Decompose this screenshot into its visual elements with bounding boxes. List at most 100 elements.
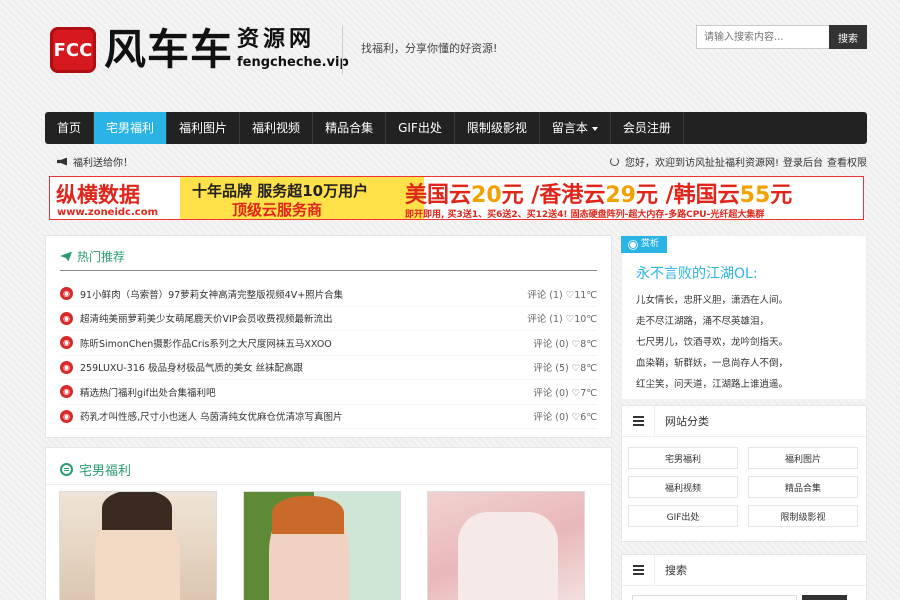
thumbnail-figure	[458, 512, 558, 600]
search-input[interactable]	[696, 25, 829, 49]
nav-item-collections[interactable]: 精品合集	[313, 112, 387, 144]
fire-icon: ◉	[60, 311, 73, 325]
post-thumbnail[interactable]	[243, 491, 401, 600]
banner-price-label-c: 元 /韩国云	[635, 183, 740, 208]
header-divider	[342, 26, 343, 74]
search-header: 搜索	[622, 554, 866, 586]
fire-icon: ◉	[60, 385, 73, 399]
fire-icon: ◉	[60, 360, 73, 374]
nav-item-register[interactable]: 会员注册	[611, 112, 684, 144]
hot-panel: 热门推荐 ◉ 91小鲜肉（乌索普）97萝莉女神高清完整版视频4V+照片合集评论 (…	[45, 235, 612, 438]
hot-item-title[interactable]: 陈昕SimonChen摄影作品Cris系列之大尺度网袜五马XXOO	[80, 336, 533, 350]
nav-item-restricted[interactable]: 限制级影视	[455, 112, 540, 144]
nav-item-pictures[interactable]: 福利图片	[167, 112, 241, 144]
hot-item-meta: 评论 (0) ♡7℃	[533, 387, 597, 399]
hot-item-meta: 评论 (0) ♡8℃	[533, 338, 597, 350]
fire-icon: ◉	[60, 287, 73, 301]
search-title: 搜索	[665, 564, 687, 577]
list-item[interactable]: ◉ 药乳才叫性感,尺寸小也迷人 乌茵清纯女优麻仓优清凉写真图片 评论 (0) ♡6℃	[60, 405, 597, 429]
site-logo[interactable]: FCC 风车车 资源网 fengcheche.vip	[50, 27, 349, 73]
sidebar-categories: 网站分类 宅男福利 福利图片 福利视频 精品合集 GIF出处 限制级影视	[621, 405, 867, 542]
nav-item-home[interactable]: 首页	[45, 112, 95, 144]
list-item[interactable]: ◉ 91小鲜肉（乌索普）97萝莉女神高清完整版视频4V+照片合集 评论 (1) ♡1…	[60, 282, 597, 307]
category-link-collections[interactable]: 精品合集	[748, 476, 858, 498]
category-link-pictures[interactable]: 福利图片	[748, 447, 858, 469]
list-item[interactable]: ◉ 精选热门福利gif出处合集福利吧 评论 (0) ♡7℃	[60, 380, 597, 405]
hot-item-meta: 评论 (5) ♡8℃	[533, 363, 597, 375]
hot-title: 热门推荐	[60, 248, 125, 265]
ad-banner[interactable]: 纵横数据 www.zoneidc.com 十年品牌 服务超10万用户 顶级云服务…	[49, 176, 864, 220]
list-item[interactable]: ◉ 超清纯美丽萝莉美少女萌尾鹿天价VIP会员收费视频最新流出 评论 (1) ♡10℃	[60, 307, 597, 331]
thumbnail-hair	[272, 496, 344, 534]
hot-list: ◉ 91小鲜肉（乌索普）97萝莉女神高清完整版视频4V+照片合集评论 (1) ♡1…	[60, 282, 597, 429]
nav-item-guestbook[interactable]: 留言本	[540, 112, 611, 144]
chevron-down-icon	[591, 126, 598, 131]
category-link-videos[interactable]: 福利视频	[628, 476, 738, 498]
sidebar-poem: 永不言败的江湖OL: 儿女情长，忠肝义胆，潇洒在人间。 走不尽江湖路，涌不尽英雄…	[621, 235, 867, 400]
banner-line2: 顶级云服务商	[232, 201, 323, 219]
banner-price-unit: 元	[770, 183, 793, 208]
search-button[interactable]: 搜索	[829, 25, 867, 49]
hot-item-title[interactable]: 91小鲜肉（乌索普）97萝莉女神高清完整版视频4V+照片合集	[80, 287, 527, 301]
hot-item-title[interactable]: 259LUXU-316 极品身材极品气质的美女 丝袜配高跟	[80, 360, 533, 374]
menu-icon	[622, 554, 655, 586]
banner-prices: 美国云20元 /香港云29元 /韩国云55元	[405, 177, 792, 209]
power-icon	[609, 157, 619, 166]
logo-subtitle: 资源网	[237, 27, 316, 52]
gear-icon	[630, 241, 636, 248]
site-slogan: 找福利，分享你懂的好资源!	[361, 42, 498, 55]
login-link[interactable]: 登录后台	[783, 154, 823, 169]
hot-item-title[interactable]: 药乳才叫性感,尺寸小也迷人 乌茵清纯女优麻仓优清凉写真图片	[80, 409, 533, 423]
nav-item-gif[interactable]: GIF出处	[386, 112, 455, 144]
main-nav: 首页 宅男福利 福利图片 福利视频 精品合集 GIF出处 限制级影视 留言本 会…	[45, 112, 867, 144]
megaphone-icon	[57, 157, 67, 166]
paper-plane-icon	[60, 251, 72, 262]
logo-badge: FCC	[50, 27, 96, 73]
hot-item-title[interactable]: 超清纯美丽萝莉美少女萌尾鹿天价VIP会员收费视频最新流出	[80, 311, 527, 325]
poem-line: 走不尽江湖路，涌不尽英雄泪，	[636, 316, 770, 327]
logo-url: fengcheche.vip	[237, 55, 349, 70]
poem-line: 红尘笑，问天道，江湖路上谁逍遥。	[636, 379, 789, 390]
hot-divider	[60, 270, 597, 271]
permission-link[interactable]: 查看权限	[827, 154, 867, 169]
categories-header: 网站分类	[622, 405, 866, 437]
notice-bar: 福利送给你！	[57, 154, 133, 169]
poem-line: 血染鞘，斩群妖，一息尚存人不倒，	[636, 358, 789, 369]
post-thumbnail[interactable]	[59, 491, 217, 600]
categories-title: 网站分类	[665, 415, 709, 428]
banner-line1: 十年品牌 服务超10万用户	[192, 182, 369, 200]
banner-price-b: 29	[605, 183, 636, 208]
poem-line: 七尺男儿，饮酒寻欢，龙吟剑指天。	[636, 337, 789, 348]
sidebar-search-button[interactable]	[802, 595, 847, 600]
notice-text: 福利送给你！	[73, 158, 133, 169]
hot-item-meta: 评论 (1) ♡10℃	[527, 314, 597, 326]
sidebar-tag: 赏析	[621, 236, 668, 253]
nav-item-guestbook-label: 留言本	[551, 121, 588, 135]
category-link-gif[interactable]: GIF出处	[628, 505, 738, 527]
sidebar-search-input[interactable]	[632, 595, 797, 600]
hot-item-meta: 评论 (0) ♡6℃	[533, 412, 597, 424]
hot-title-text: 热门推荐	[77, 250, 126, 264]
list-icon	[60, 463, 73, 476]
poem-title[interactable]: 永不言败的江湖OL:	[636, 263, 758, 283]
category-link-restricted[interactable]: 限制级影视	[748, 505, 858, 527]
poem-line: 儿女情长，忠肝义胆，潇洒在人间。	[636, 295, 789, 306]
fire-icon: ◉	[60, 409, 73, 423]
banner-brand: 纵横数据	[56, 183, 140, 207]
banner-price-label-b: 元 /香港云	[501, 183, 606, 208]
post-thumbnail[interactable]	[427, 491, 585, 600]
nav-item-zhainan[interactable]: 宅男福利	[94, 112, 168, 144]
sidebar-search: 搜索	[621, 554, 867, 600]
banner-price-a: 20	[471, 183, 502, 208]
menu-icon	[622, 405, 655, 437]
header-search: 搜索	[696, 25, 867, 49]
banner-small-text: 即开即用, 买3送1、买6送2、买12送4! 固态硬盘阵列-超大内存-多路CPU…	[405, 210, 765, 220]
category-title: 宅男福利	[60, 460, 131, 479]
banner-price-label-a: 美国云	[405, 183, 472, 208]
list-item[interactable]: ◉ 陈昕SimonChen摄影作品Cris系列之大尺度网袜五马XXOO 评论 (0)…	[60, 331, 597, 356]
list-item[interactable]: ◉ 259LUXU-316 极品身材极品气质的美女 丝袜配高跟 评论 (5) ♡8℃	[60, 356, 597, 380]
nav-item-videos[interactable]: 福利视频	[240, 112, 314, 144]
banner-url: www.zoneidc.com	[57, 207, 158, 218]
hot-item-title[interactable]: 精选热门福利gif出处合集福利吧	[80, 385, 533, 399]
category-link-zhainan[interactable]: 宅男福利	[628, 447, 738, 469]
